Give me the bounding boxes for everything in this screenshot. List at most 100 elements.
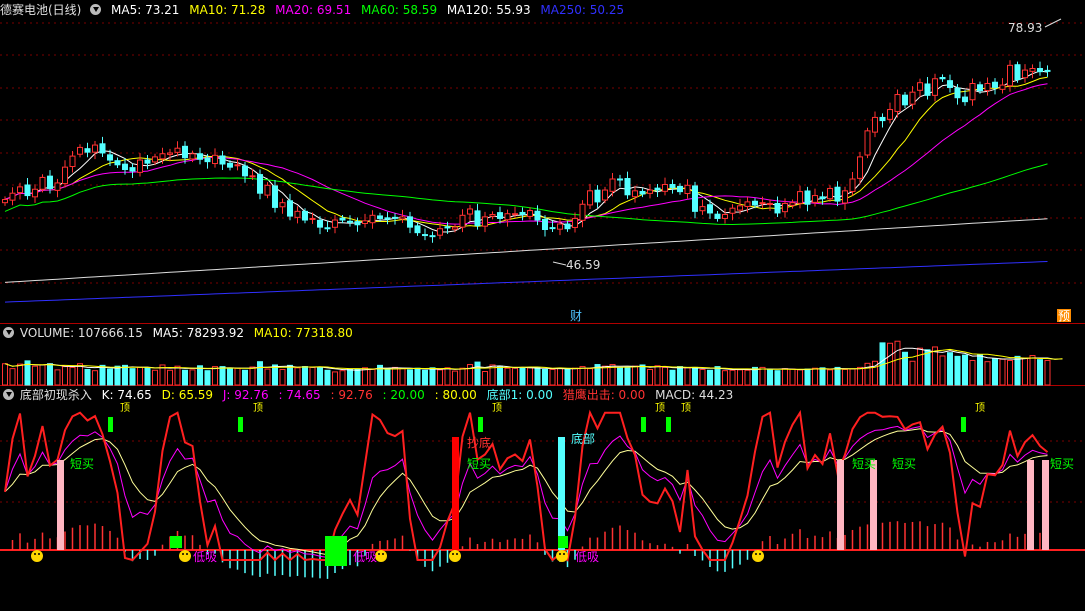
candle-up (894, 94, 901, 112)
smiley-icon (179, 550, 191, 562)
candle-up (759, 202, 766, 205)
volume-bar-down (677, 366, 683, 386)
volume-bar-down (542, 368, 548, 386)
signal-chaodi: 抄底 (467, 435, 491, 450)
top-marker-bar (108, 417, 113, 432)
low-suck-block (558, 536, 568, 548)
volume-bar-up (549, 368, 556, 386)
candle-down (669, 184, 676, 189)
volume-bar-up (699, 368, 706, 386)
volume-bar-up (587, 368, 593, 386)
volume-bar-up (602, 365, 608, 386)
volume-bar-up (452, 370, 458, 386)
volume-bar-up (17, 363, 23, 386)
candle-up (294, 210, 301, 218)
short-buy-bar (870, 460, 877, 550)
candle-down (879, 116, 886, 122)
smiley-icon (449, 550, 461, 562)
indicator-lines (4, 409, 1049, 579)
grid-lines (0, 22, 1085, 551)
volume-bar-up (32, 365, 38, 386)
candle-up (77, 146, 83, 155)
low-price-leader (552, 261, 567, 266)
candle-down (564, 223, 571, 230)
candle-down (617, 178, 623, 181)
candle-down (1044, 69, 1051, 72)
high-price-leader (1044, 18, 1062, 28)
smiley-eye (759, 553, 761, 555)
candle-up (767, 202, 773, 205)
volume-bar-down (669, 369, 676, 386)
candle-down (182, 145, 188, 159)
candle-down (107, 154, 113, 161)
candle-up (999, 84, 1006, 90)
chart-canvas[interactable]: 78.93 46.59 财 预 短买 短买 短买 短买 短买 抄底 底部 低吸 … (0, 0, 1085, 611)
smiley-eye (38, 553, 40, 555)
volume-bar-up (189, 369, 196, 386)
candle-down (197, 153, 203, 160)
candle-up (309, 217, 316, 220)
smiley-eye (559, 553, 561, 555)
volume-bar-up (9, 368, 16, 386)
candle-down (902, 94, 908, 106)
signal-top-2: 顶 (253, 402, 263, 414)
candle-down (1014, 64, 1021, 81)
high-price-label: 78.93 (1008, 21, 1042, 35)
top-marker-bar (478, 417, 483, 432)
volume-bar-up (722, 370, 728, 386)
volume-bar-down (204, 370, 211, 386)
volume-bar-up (1044, 359, 1051, 386)
signal-short-buy-2: 短买 (467, 457, 491, 471)
candle-down (639, 190, 646, 195)
candle-up (527, 210, 533, 217)
volume-bar-down (767, 369, 773, 386)
volume-bar-up (39, 364, 46, 386)
candle-down (992, 81, 998, 88)
volume-bar-up (527, 367, 533, 386)
candle-down (272, 185, 278, 208)
candle-up (152, 156, 158, 163)
signal-low-suck-2: 低吸 (353, 550, 377, 564)
candles (2, 60, 1051, 243)
volume-bar-up (362, 367, 368, 386)
volume-bars (2, 340, 1051, 386)
marker-cai[interactable]: 财 (570, 309, 582, 323)
candle-up (234, 164, 241, 167)
volume-bar-down (182, 369, 188, 386)
volume-bar-up (827, 369, 833, 386)
volume-bar-down (84, 368, 91, 386)
candle-down (257, 174, 263, 194)
volume-bar-down (947, 352, 953, 386)
candle-up (279, 202, 286, 208)
candle-up (489, 214, 496, 217)
candle-down (752, 200, 758, 206)
volume-bar-up (579, 366, 586, 386)
volume-bar-up (1029, 355, 1036, 386)
volume-bar-up (504, 367, 511, 386)
candle-up (32, 188, 38, 198)
candle-up (797, 191, 803, 204)
marker-yu[interactable]: 预 (1058, 309, 1070, 323)
candle-down (414, 225, 421, 234)
smiley-eye (34, 553, 36, 555)
candle-down (122, 163, 128, 171)
candle-up (887, 109, 893, 120)
candle-down (204, 157, 211, 163)
smiley-eye (755, 553, 757, 555)
volume-bar-up (909, 360, 916, 386)
candle-up (984, 83, 991, 92)
volume-bar-down (144, 367, 151, 386)
candle-up (917, 82, 923, 91)
candle-up (632, 190, 638, 198)
candle-up (587, 190, 593, 206)
volume-bar-down (384, 368, 391, 386)
volume-bar-down (954, 355, 961, 386)
candle-up (864, 130, 871, 156)
volume-bar-down (1014, 355, 1021, 386)
volume-bar-down (992, 358, 998, 386)
volume-bar-up (737, 369, 743, 386)
candle-down (129, 167, 136, 172)
candle-up (54, 182, 61, 191)
candle-up (362, 220, 368, 225)
volume-bar-down (129, 368, 136, 386)
